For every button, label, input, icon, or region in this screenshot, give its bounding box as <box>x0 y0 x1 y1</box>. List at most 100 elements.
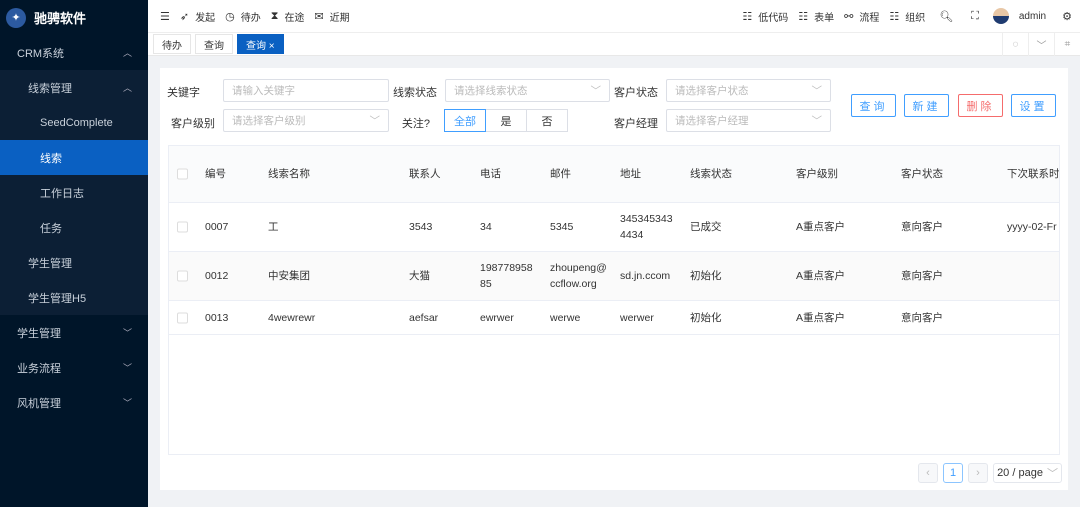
flow-icon: ⚯ <box>844 10 854 23</box>
menu-label: 学生管理 <box>17 327 61 340</box>
table-cell: 初始化 <box>690 311 722 324</box>
customer-status-label: 客户状态 <box>614 87 658 99</box>
chevron-down-icon: ﹀ <box>122 363 132 373</box>
column-header: 编号 <box>205 168 226 180</box>
chevron-down-icon: ﹀ <box>1046 468 1058 480</box>
row-checkbox[interactable] <box>177 221 188 233</box>
column-header: 邮件 <box>550 168 571 180</box>
query-button[interactable]: 查询 <box>851 94 896 117</box>
customer-level-select[interactable]: 请选择客户级别 ﹀ <box>223 109 389 132</box>
table-row: 0012 中安集团 大猫 198778958 85 zhoupeng@ ccflow.o… <box>169 252 1059 301</box>
menu-wind-turbine[interactable]: 风机管理 ﹀ <box>0 385 148 420</box>
lead-status-label: 线索状态 <box>393 87 437 99</box>
logo-icon: ✦ <box>6 7 26 28</box>
manager-label: 客户经理 <box>614 118 658 130</box>
menu-tasks[interactable]: 任务 <box>0 210 148 245</box>
follow-yes[interactable]: 是 <box>485 109 527 132</box>
menu-leads[interactable]: 线索 <box>0 140 148 175</box>
chevron-up-icon: ︿ <box>122 48 132 58</box>
follow-label: 关注? <box>401 118 430 130</box>
lead-status-select[interactable]: 请选择线索状态 ﹀ <box>445 79 610 102</box>
menu-students[interactable]: 学生管理 <box>0 245 148 280</box>
nav-flow[interactable]: 流程 <box>859 9 879 24</box>
customer-status-select[interactable]: 请选择客户状态 ﹀ <box>666 79 831 102</box>
page-1[interactable]: 1 <box>943 463 963 483</box>
maximize-icon[interactable]: ⌗ <box>1054 33 1080 56</box>
delete-button[interactable]: 删除 <box>958 94 1003 117</box>
refresh-icon[interactable]: ◌ <box>1002 33 1028 56</box>
menu-worklog[interactable]: 工作日志 <box>0 175 148 210</box>
manager-select[interactable]: 请选择客户经理 ﹀ <box>666 109 831 132</box>
create-button[interactable]: 新建 <box>904 94 949 117</box>
menu-label: 任务 <box>40 222 62 235</box>
prev-page-button[interactable]: ‹ <box>918 463 938 483</box>
menu-student-mgmt[interactable]: 学生管理 ﹀ <box>0 315 148 350</box>
column-header: 线索状态 <box>690 168 732 180</box>
menu-label: 线索 <box>40 152 62 165</box>
nav-forms[interactable]: 表单 <box>814 9 834 24</box>
tab-todo[interactable]: 待办 <box>153 34 191 54</box>
follow-all[interactable]: 全部 <box>444 109 486 132</box>
table-cell: 345345343 4434 <box>620 213 673 241</box>
table-cell: ewrwer <box>480 311 514 324</box>
top-header: ☰ ➶ 发起 ◷ 待办 ⧗ 在途 ✉ 近期 ☷ 低代码 ☷ 表单 ⚯ 流程 ☷ 组织 🔍︎ ⛶ … <box>148 0 1080 33</box>
gear-icon[interactable]: ⚙ <box>1062 10 1072 23</box>
menu-fold-icon[interactable]: ☰ <box>160 10 170 23</box>
mail-icon: ✉ <box>314 10 324 23</box>
nav-lowcode[interactable]: 低代码 <box>758 9 788 24</box>
table-cell: 已成交 <box>690 221 722 233</box>
table-cell: A重点客户 <box>796 270 846 282</box>
nav-inprogress[interactable]: 在途 <box>284 9 304 24</box>
tab-query[interactable]: 查询 <box>195 34 233 54</box>
menu-students-h5[interactable]: 学生管理H5 <box>0 280 148 315</box>
row-checkbox[interactable] <box>177 270 188 282</box>
nav-org[interactable]: 组织 <box>905 9 925 24</box>
menu-label: 风机管理 <box>17 397 61 410</box>
page-scrollbar[interactable] <box>1068 56 1080 507</box>
clock-icon: ◷ <box>225 10 235 23</box>
settings-button[interactable]: 设置 <box>1011 94 1056 117</box>
table-cell: zhoupeng@ ccflow.org <box>550 262 607 290</box>
placeholder: 请选择客户状态 <box>675 85 749 97</box>
next-page-button[interactable]: › <box>968 463 988 483</box>
list-icon: ☷ <box>889 10 900 23</box>
table-cell: 中安集团 <box>268 270 310 282</box>
table-cell: 5345 <box>550 221 574 233</box>
column-header: 下次联系时间 <box>1007 168 1060 180</box>
search-icon[interactable]: 🔍︎ <box>939 10 953 23</box>
menu-business-flow[interactable]: 业务流程 ﹀ <box>0 350 148 385</box>
row-checkbox[interactable] <box>177 312 188 323</box>
placeholder: 请输入关键字 <box>232 85 295 97</box>
table-cell: 4wewrewr <box>268 311 316 324</box>
nav-recent[interactable]: 近期 <box>330 9 350 24</box>
content-card: 关键字 请输入关键字 线索状态 请选择线索状态 ﹀ 客户状态 请选择客户状态 ﹀ 客… <box>160 68 1068 490</box>
table-cell: werwer <box>620 311 654 324</box>
column-header: 联系人 <box>409 168 441 180</box>
follow-no[interactable]: 否 <box>526 109 568 132</box>
column-header: 线索名称 <box>268 168 310 180</box>
page-size-select[interactable]: 20 / page ﹀ <box>993 463 1062 483</box>
sidebar: ✦ 驰骋软件 CRM系统 ︿ 线索管理 ︿ SeedComplete 线索 工作日志 … <box>0 0 148 507</box>
avatar[interactable] <box>992 8 1009 24</box>
chevron-up-icon: ︿ <box>122 83 132 93</box>
leads-table: 编号 线索名称 联系人 电话 邮件 地址 线索状态 客户级别 客户状态 下次联系时间 0007 工 35… <box>168 145 1060 455</box>
pagination: ‹ 1 › 20 / page ﹀ <box>918 463 1062 483</box>
menu-label: 工作日志 <box>40 187 84 200</box>
select-all-checkbox[interactable] <box>177 168 188 180</box>
menu-seedcomplete[interactable]: SeedComplete <box>0 105 148 140</box>
menu-lead-mgmt[interactable]: 线索管理 ︿ <box>0 70 148 105</box>
table-cell: 198778958 85 <box>480 262 533 290</box>
keyword-input[interactable]: 请输入关键字 <box>223 79 389 102</box>
user-name[interactable]: admin <box>1019 11 1046 22</box>
fullscreen-icon[interactable]: ⛶ <box>971 10 979 23</box>
nav-start[interactable]: 发起 <box>195 9 215 24</box>
table-cell: 0012 <box>205 270 229 282</box>
table-cell: yyyy-02-Fr <box>1007 221 1057 233</box>
nav-todo[interactable]: 待办 <box>241 9 261 24</box>
tab-query-active[interactable]: 查询 × <box>237 34 284 54</box>
submenu-crm: 线索管理 ︿ SeedComplete 线索 工作日志 任务 学生管理 学生管理H… <box>0 70 148 315</box>
chevron-down-icon[interactable]: ﹀ <box>1028 33 1054 56</box>
table-cell: 意向客户 <box>901 221 943 233</box>
menu-crm[interactable]: CRM系统 ︿ <box>0 35 148 70</box>
table-cell: 3543 <box>409 221 433 233</box>
